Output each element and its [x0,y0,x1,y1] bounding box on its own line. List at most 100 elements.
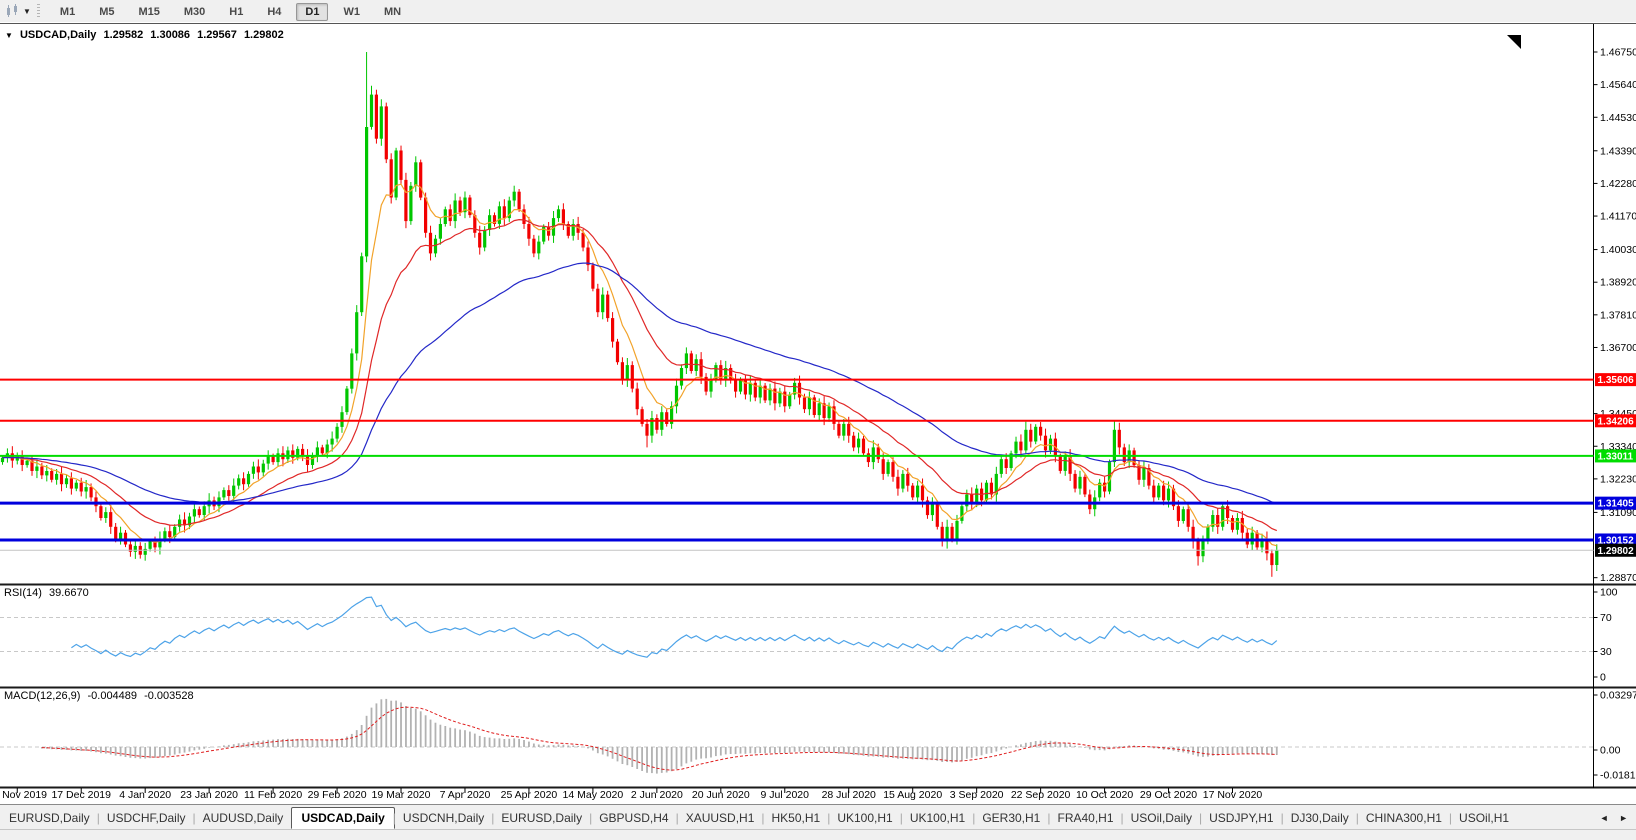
bottom-tab-GER30-H1[interactable]: GER30,H1 [973,808,1049,828]
macd-signal-value: -0.003528 [144,690,194,702]
svg-text:1.42280: 1.42280 [1600,178,1636,190]
svg-text:1.28870: 1.28870 [1600,572,1636,584]
svg-text:1.38920: 1.38920 [1600,277,1636,289]
dropdown-caret-icon[interactable]: ▼ [23,7,31,16]
ma-line-55 [2,262,1277,505]
date-tick-label: 11 Feb 2020 [244,789,303,801]
chart-canvas[interactable]: 100 70 30 0 0.032972 0.00 -0.018154 1.46750 1.45… [0,22,1636,794]
bottom-tab-EURUSD-Daily[interactable]: EURUSD,Daily [492,808,591,828]
timeframe-button-M1[interactable]: M1 [51,3,84,21]
chart-cursor-icon[interactable] [3,3,23,19]
date-tick-label: 17 Dec 2019 [51,789,111,801]
date-tick-label: 25 Apr 2020 [500,789,558,801]
date-tick-label: 3 Sep 2020 [949,789,1004,801]
date-tick-label: 19 Mar 2020 [371,789,431,801]
bottom-tab-HK50-H1[interactable]: HK50,H1 [763,808,830,828]
svg-text:-0.018154: -0.018154 [1600,770,1636,782]
timeframe-button-M5[interactable]: M5 [90,3,123,21]
main-price-pane [0,52,1594,577]
svg-text:0: 0 [1600,672,1606,684]
timeframe-button-H1[interactable]: H1 [220,3,252,21]
macd-name: MACD(12,26,9) [4,690,81,702]
bottom-tab-EURUSD-Daily[interactable]: EURUSD,Daily [0,808,99,828]
svg-text:1.29802: 1.29802 [1598,546,1635,557]
timeframe-toolbar: ▼ M1 M5 M15 M30 H1 H4 D1 W1 MN [0,0,1636,23]
date-tick-label: 28 Nov 2019 [0,789,48,801]
svg-text:1.34206: 1.34206 [1598,416,1635,427]
chart-title: ▼ USDCAD,Daily 1.29582 1.30086 1.29567 1… [5,29,288,41]
date-tick-label: 9 Jul 2020 [760,789,809,801]
svg-text:1.46750: 1.46750 [1600,47,1636,59]
date-tick-label: 10 Oct 2020 [1075,789,1134,801]
date-tick-label: 14 May 2020 [562,789,624,801]
status-strip [0,829,1636,840]
timeframe-button-W1[interactable]: W1 [334,3,369,21]
bottom-tab-GBPUSD-H4[interactable]: GBPUSD,H4 [590,808,677,828]
ohlc-close: 1.29802 [243,29,284,41]
bottom-tab-UK100-H1[interactable]: UK100,H1 [828,808,901,828]
svg-text:1.43390: 1.43390 [1600,145,1636,157]
date-tick-label: 23 Jan 2020 [180,789,239,801]
timeframe-button-D1[interactable]: D1 [296,2,329,21]
toolbar-grip[interactable] [36,4,40,18]
rsi-value: 39.6670 [48,587,89,599]
date-tick-label: 29 Feb 2020 [307,789,367,801]
bottom-tab-USDCHF-Daily[interactable]: USDCHF,Daily [98,808,195,828]
ohlc-high: 1.30086 [150,29,191,41]
svg-text:1.44530: 1.44530 [1600,112,1636,124]
svg-text:100: 100 [1600,587,1618,599]
svg-text:1.45640: 1.45640 [1600,79,1636,91]
tab-scroll-arrows[interactable]: ◄ ► [1600,813,1632,823]
rsi-label: RSI(14) 39.6670 [4,587,93,599]
date-tick-label: 17 Nov 2020 [1202,789,1263,801]
bottom-tab-DJ30-Daily[interactable]: DJ30,Daily [1282,808,1358,828]
timeframe-button-M30[interactable]: M30 [175,3,214,21]
chart-shift-marker [1507,35,1521,49]
bottom-tab-USOil-Daily[interactable]: USOil,Daily [1122,808,1201,828]
timeframe-button-M15[interactable]: M15 [129,3,168,21]
svg-text:1.41170: 1.41170 [1600,211,1636,223]
timeframe-buttons: M1 M5 M15 M30 H1 H4 D1 W1 MN [48,2,413,21]
ohlc-low: 1.29567 [197,29,237,41]
mt4-window: ▼ M1M5M15M30H1H4D1W1MN 100703000.0329720… [0,0,1636,840]
macd-signal-line [41,706,1277,771]
svg-text:1.40030: 1.40030 [1600,244,1636,256]
rsi-pane: 100 70 30 0 [0,587,1618,684]
bottom-tab-USDCNH-Daily[interactable]: USDCNH,Daily [394,808,493,828]
macd-pane: 0.032972 0.00 -0.018154 [0,690,1636,782]
date-tick-label: 29 Oct 2020 [1139,789,1198,801]
mini-chart-icon [7,4,17,17]
collapse-icon[interactable]: ▼ [5,31,13,40]
svg-text:1.35606: 1.35606 [1598,375,1635,386]
svg-text:0.032972: 0.032972 [1600,690,1636,702]
svg-text:1.36700: 1.36700 [1600,342,1636,354]
ohlc-open: 1.29582 [103,29,144,41]
date-tick-label: 22 Sep 2020 [1010,789,1071,801]
bottom-tab-UK100-H1[interactable]: UK100,H1 [901,808,974,828]
svg-text:1.31405: 1.31405 [1598,499,1635,510]
date-axis[interactable]: 28 Nov 201917 Dec 2019 4 Jan 2020 23 Jan 2… [0,789,1593,803]
date-tick-label: 28 Jul 2020 [821,789,876,801]
date-tick-label: 7 Apr 2020 [439,789,491,801]
svg-text:1.37810: 1.37810 [1600,309,1636,321]
date-tick-label: 2 Jun 2020 [630,789,683,801]
bottom-tab-USDCAD-Daily[interactable]: USDCAD,Daily [291,806,395,829]
bottom-tab-AUDUSD-Daily[interactable]: AUDUSD,Daily [194,808,293,828]
svg-text:30: 30 [1600,646,1612,658]
macd-value: -0.004489 [87,690,138,702]
date-tick-label: 15 Aug 2020 [883,789,943,801]
rsi-line [71,596,1278,658]
chart-symbol-label: USDCAD,Daily [19,29,97,41]
bottom-tab-USOil-H1[interactable]: USOil,H1 [1450,808,1518,828]
bottom-tab-XAUUSD-H1[interactable]: XAUUSD,H1 [677,808,764,828]
svg-text:1.33011: 1.33011 [1598,451,1634,462]
macd-label: MACD(12,26,9) -0.004489 -0.003528 [4,690,198,702]
bottom-tab-CHINA300-H1[interactable]: CHINA300,H1 [1357,808,1451,828]
price-axis[interactable]: 1.46750 1.45640 1.44530 1.43390 1.42280 1.411… [1593,47,1636,585]
timeframe-button-MN[interactable]: MN [375,3,410,21]
timeframe-button-H4[interactable]: H4 [258,3,290,21]
svg-text:0.00: 0.00 [1600,745,1621,757]
bottom-tab-FRA40-H1[interactable]: FRA40,H1 [1048,808,1122,828]
bottom-tab-USDJPY-H1[interactable]: USDJPY,H1 [1200,808,1282,828]
svg-text:1.32230: 1.32230 [1600,473,1636,485]
